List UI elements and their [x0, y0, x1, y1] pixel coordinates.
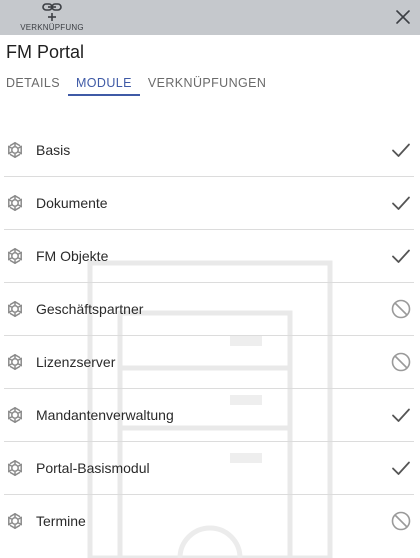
- list-item[interactable]: Portal-Basismodul: [4, 442, 414, 495]
- module-label: Mandantenverwaltung: [36, 407, 174, 423]
- tab-verknuepfungen[interactable]: VERKNÜPFUNGEN: [148, 76, 274, 96]
- module-label: Basis: [36, 142, 71, 158]
- module-label: Geschäftspartner: [36, 301, 144, 317]
- module-label: Termine: [36, 513, 86, 529]
- page-title: FM Portal: [6, 42, 85, 62]
- block-icon: [390, 510, 412, 532]
- module-icon: [6, 194, 24, 212]
- check-icon: [390, 457, 412, 479]
- link-plus-icon: [42, 3, 62, 21]
- module-list: Basis Dokumente FM Objekte Geschäftspartner…: [0, 124, 420, 547]
- module-label: Dokumente: [36, 195, 108, 211]
- module-icon: [6, 353, 24, 371]
- module-label: FM Objekte: [36, 248, 109, 264]
- add-link-button[interactable]: VERKNÜPFUNG: [14, 2, 90, 33]
- module-icon: [6, 459, 24, 477]
- list-item[interactable]: Basis: [4, 124, 414, 177]
- tab-details[interactable]: DETAILS: [6, 76, 68, 96]
- check-icon: [390, 404, 412, 426]
- list-item[interactable]: FM Objekte: [4, 230, 414, 283]
- module-label: Portal-Basismodul: [36, 460, 150, 476]
- module-icon: [6, 512, 24, 530]
- tab-bar: DETAILS MODULE VERKNÜPFUNGEN: [6, 76, 274, 96]
- module-icon: [6, 247, 24, 265]
- module-icon: [6, 300, 24, 318]
- module-icon: [6, 141, 24, 159]
- block-icon: [390, 351, 412, 373]
- list-item[interactable]: Dokumente: [4, 177, 414, 230]
- list-item[interactable]: Lizenzserver: [4, 336, 414, 389]
- list-item[interactable]: Termine: [4, 495, 414, 547]
- add-link-label: VERKNÜPFUNG: [20, 23, 84, 32]
- block-icon: [390, 298, 412, 320]
- top-toolbar: VERKNÜPFUNG: [0, 0, 420, 35]
- tab-module[interactable]: MODULE: [67, 76, 140, 96]
- close-icon[interactable]: [394, 8, 412, 26]
- check-icon: [390, 245, 412, 267]
- list-item[interactable]: Geschäftspartner: [4, 283, 414, 336]
- module-label: Lizenzserver: [36, 354, 116, 370]
- list-item[interactable]: Mandantenverwaltung: [4, 389, 414, 442]
- module-icon: [6, 406, 24, 424]
- check-icon: [390, 192, 412, 214]
- check-icon: [390, 139, 412, 161]
